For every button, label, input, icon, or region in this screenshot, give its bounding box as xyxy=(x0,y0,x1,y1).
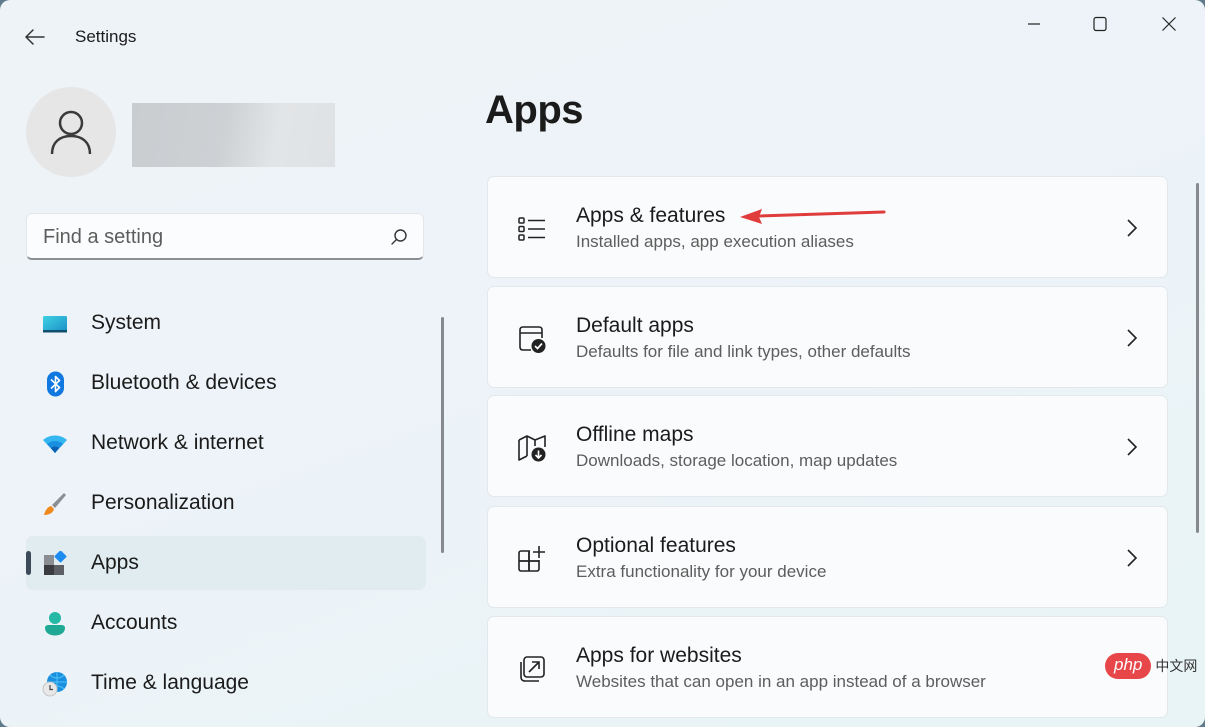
nav-item-accounts[interactable]: Accounts xyxy=(26,596,426,650)
nav-item-time-language[interactable]: Time & language xyxy=(26,656,426,710)
nav-item-network[interactable]: Network & internet xyxy=(26,416,426,470)
nav-item-personalization[interactable]: Personalization xyxy=(26,476,426,530)
paintbrush-icon xyxy=(44,493,66,515)
maximize-icon xyxy=(1093,16,1107,32)
watermark: php 中文网 xyxy=(1105,653,1197,679)
card-subtitle: Websites that can open in an app instead… xyxy=(576,672,986,691)
card-title: Offline maps xyxy=(576,423,694,446)
nav-scrollbar[interactable] xyxy=(441,317,444,553)
card-apps-for-websites[interactable]: Apps for websites Websites that can open… xyxy=(487,616,1168,718)
card-offline-maps[interactable]: Offline maps Downloads, storage location… xyxy=(487,395,1168,497)
close-button[interactable] xyxy=(1135,0,1203,48)
account-icon xyxy=(45,612,65,636)
nav-item-system[interactable]: System xyxy=(26,296,426,350)
avatar[interactable] xyxy=(26,87,116,177)
card-optional-features[interactable]: Optional features Extra functionality fo… xyxy=(487,506,1168,608)
apps-icon xyxy=(44,551,67,575)
watermark-badge: php xyxy=(1105,653,1152,679)
bluetooth-icon xyxy=(47,371,64,397)
maximize-button[interactable] xyxy=(1066,0,1134,48)
annotation-arrow-icon xyxy=(740,209,886,224)
nav-label: Apps xyxy=(91,551,139,574)
card-default-apps[interactable]: Default apps Defaults for file and link … xyxy=(487,286,1168,388)
card-title: Apps & features xyxy=(576,204,726,227)
map-download-icon xyxy=(518,435,546,462)
back-arrow-icon xyxy=(25,29,45,45)
card-apps-features[interactable]: Apps & features Installed apps, app exec… xyxy=(487,176,1168,278)
nav-label: Network & internet xyxy=(91,431,264,454)
card-subtitle: Installed apps, app execution aliases xyxy=(576,232,854,251)
active-indicator xyxy=(26,551,31,575)
add-feature-icon xyxy=(518,545,546,572)
monitor-icon xyxy=(43,316,67,333)
page-title: Apps xyxy=(485,88,584,132)
settings-window: Settings System xyxy=(0,0,1205,727)
app-title: Settings xyxy=(75,27,137,46)
main-scrollbar[interactable] xyxy=(1196,183,1199,533)
globe-clock-icon xyxy=(42,672,67,697)
nav-item-bluetooth[interactable]: Bluetooth & devices xyxy=(26,356,426,410)
card-subtitle: Downloads, storage location, map updates xyxy=(576,451,898,470)
watermark-text: 中文网 xyxy=(1155,659,1198,675)
open-external-icon xyxy=(520,656,545,682)
chevron-right-icon xyxy=(1127,549,1138,567)
close-icon xyxy=(1162,17,1176,31)
person-icon xyxy=(50,110,92,155)
user-name-redacted xyxy=(132,103,335,167)
list-icon xyxy=(518,217,545,241)
chevron-right-icon xyxy=(1127,329,1138,347)
nav-label: Time & language xyxy=(91,671,249,694)
back-button[interactable] xyxy=(22,24,48,50)
default-apps-icon xyxy=(519,326,546,353)
card-subtitle: Extra functionality for your device xyxy=(576,562,827,581)
minimize-button[interactable] xyxy=(1000,0,1068,48)
nav-label: Bluetooth & devices xyxy=(91,371,277,394)
search-box[interactable] xyxy=(26,213,424,260)
card-subtitle: Defaults for file and link types, other … xyxy=(576,342,911,361)
card-title: Default apps xyxy=(576,314,694,337)
nav-label: System xyxy=(91,311,162,334)
search-input[interactable] xyxy=(41,214,385,260)
chevron-right-icon xyxy=(1127,438,1138,456)
nav-label: Personalization xyxy=(91,491,235,514)
nav-item-apps[interactable]: Apps xyxy=(26,536,426,590)
nav-label: Accounts xyxy=(91,611,178,634)
search-icon[interactable] xyxy=(389,227,409,247)
card-title: Apps for websites xyxy=(576,644,742,667)
card-title: Optional features xyxy=(576,534,736,557)
minimize-icon xyxy=(1028,23,1040,25)
wifi-icon xyxy=(43,435,67,453)
chevron-right-icon xyxy=(1127,219,1138,237)
